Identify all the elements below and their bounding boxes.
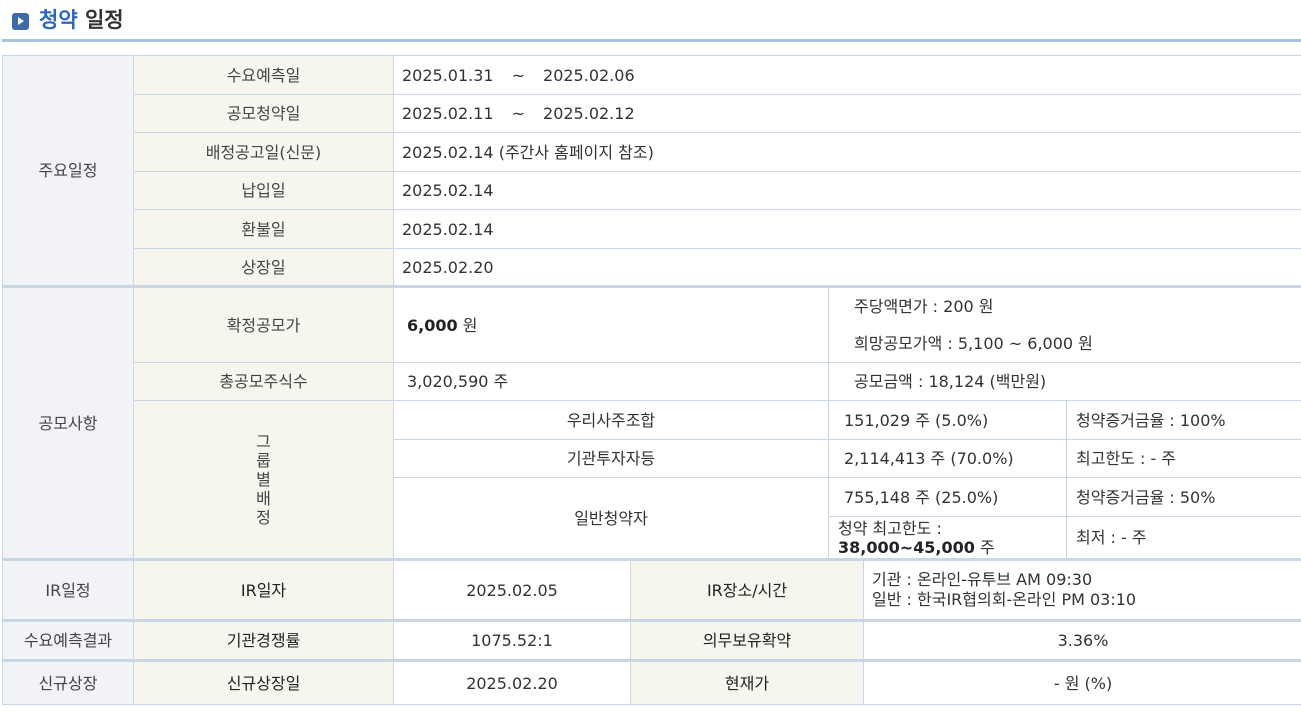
group-shares-retail: 755,148 주 (25.0%)	[828, 477, 1067, 517]
ir-row: IR일정 IR일자 2025.02.05 IR장소/시간 기관 : 온라인-유투…	[2, 558, 1301, 621]
schedule-row: 주요일정 수요예측일 2025.01.31 ~2025.02.06	[2, 55, 1301, 287]
row-label: 납입일	[133, 171, 394, 210]
row-label: 수요예측일	[133, 55, 394, 95]
group-note-employee: 청약증거금율 : 100%	[1065, 400, 1301, 440]
total-shares-label: 총공모주식수	[133, 362, 394, 401]
allocation-notice-date: 2025.02.14 (주간사 홈페이지 참조)	[392, 132, 1301, 172]
refund-date: 2025.02.14	[392, 209, 1301, 249]
demand-result-row: 수요예측결과 기관경쟁률 1075.52:1 의무보유확약 3.36%	[2, 619, 1301, 661]
category-offering: 공모사항	[2, 285, 134, 560]
ir-place-value: 기관 : 온라인-유투브 AM 09:30 일반 : 한국IR협의회-온라인 PM…	[862, 558, 1301, 621]
offering-price-row: 공모사항 확정공모가 6,000 원 주당액면가 : 200 원 희망공모가액 :…	[2, 285, 1301, 560]
row-label: 배정공고일(신문)	[133, 132, 394, 172]
category-new-listing: 신규상장	[2, 659, 134, 705]
retail-min-limit: 최저 : - 주	[1065, 516, 1301, 560]
final-price-label: 확정공모가	[133, 285, 394, 363]
row-label: 상장일	[133, 248, 394, 287]
schedule-row: 환불일 2025.02.14	[3, 209, 1301, 249]
new-listing-row: 신규상장 신규상장일 2025.02.20 현재가 - 원 (%)	[2, 659, 1301, 705]
row-label: 환불일	[133, 209, 394, 249]
subscription-schedule-table: 주요일정 수요예측일 2025.01.31 ~2025.02.06 공모청약일 2…	[2, 55, 1301, 705]
group-note-retail: 청약증거금율 : 50%	[1065, 477, 1301, 517]
listing-date-value: 2025.02.20	[393, 659, 631, 705]
category-demand-result: 수요예측결과	[2, 619, 134, 661]
lockup-label: 의무보유확약	[630, 619, 864, 661]
schedule-row: 납입일 2025.02.14	[3, 171, 1301, 210]
section-title: 청약 일정	[0, 0, 1301, 42]
schedule-row: 공모청약일 2025.02.11 ~2025.02.12	[3, 94, 1301, 133]
offering-amount: 공모금액 : 18,124 (백만원)	[827, 362, 1301, 401]
lockup-value: 3.36%	[862, 619, 1301, 661]
competition-label: 기관경쟁률	[133, 619, 394, 661]
allocation-row-employee: 그 룹 별 배 정 우리사주조합 151,029 주 (5.0%) 청약증거금율…	[3, 400, 1301, 560]
listing-date: 2025.02.20	[392, 248, 1301, 287]
total-shares-row: 총공모주식수 3,020,590 주 공모금액 : 18,124 (백만원)	[3, 362, 1301, 401]
payment-date: 2025.02.14	[392, 171, 1301, 210]
current-price-value: - 원 (%)	[862, 659, 1301, 705]
group-shares-institution: 2,114,413 주 (70.0%)	[828, 439, 1067, 478]
group-allocation-label: 그 룹 별 배 정	[133, 400, 394, 560]
category-ir: IR일정	[2, 558, 134, 621]
group-name-retail: 일반청약자	[393, 477, 829, 560]
ir-date-value: 2025.02.05	[393, 558, 631, 621]
group-name-employee: 우리사주조합	[393, 400, 829, 440]
category-key-schedule: 주요일정	[2, 55, 134, 287]
listing-date-label: 신규상장일	[133, 659, 394, 705]
page-title: 청약 일정	[39, 8, 124, 32]
schedule-row: 상장일 2025.02.20	[3, 248, 1301, 287]
group-note-institution: 최고한도 : - 주	[1065, 439, 1301, 478]
total-shares-value: 3,020,590 주	[393, 362, 829, 401]
ir-place-label: IR장소/시간	[630, 558, 864, 621]
current-price-label: 현재가	[630, 659, 864, 705]
demand-forecast-date: 2025.01.31 ~2025.02.06	[392, 55, 1301, 95]
competition-value: 1075.52:1	[393, 619, 631, 661]
ir-date-label: IR일자	[133, 558, 394, 621]
group-name-institution: 기관투자자등	[393, 439, 829, 478]
price-details: 주당액면가 : 200 원 희망공모가액 : 5,100 ~ 6,000 원	[827, 285, 1301, 363]
row-label: 공모청약일	[133, 94, 394, 133]
subscription-date: 2025.02.11 ~2025.02.12	[392, 94, 1301, 133]
group-shares-employee: 151,029 주 (5.0%)	[828, 400, 1067, 440]
final-price-value: 6,000 원	[393, 285, 829, 363]
schedule-row: 배정공고일(신문) 2025.02.14 (주간사 홈페이지 참조)	[3, 132, 1301, 172]
arrow-right-icon	[12, 13, 29, 30]
retail-max-limit: 청약 최고한도 :38,000~45,000 주	[828, 516, 1067, 560]
title-divider	[2, 39, 1301, 42]
